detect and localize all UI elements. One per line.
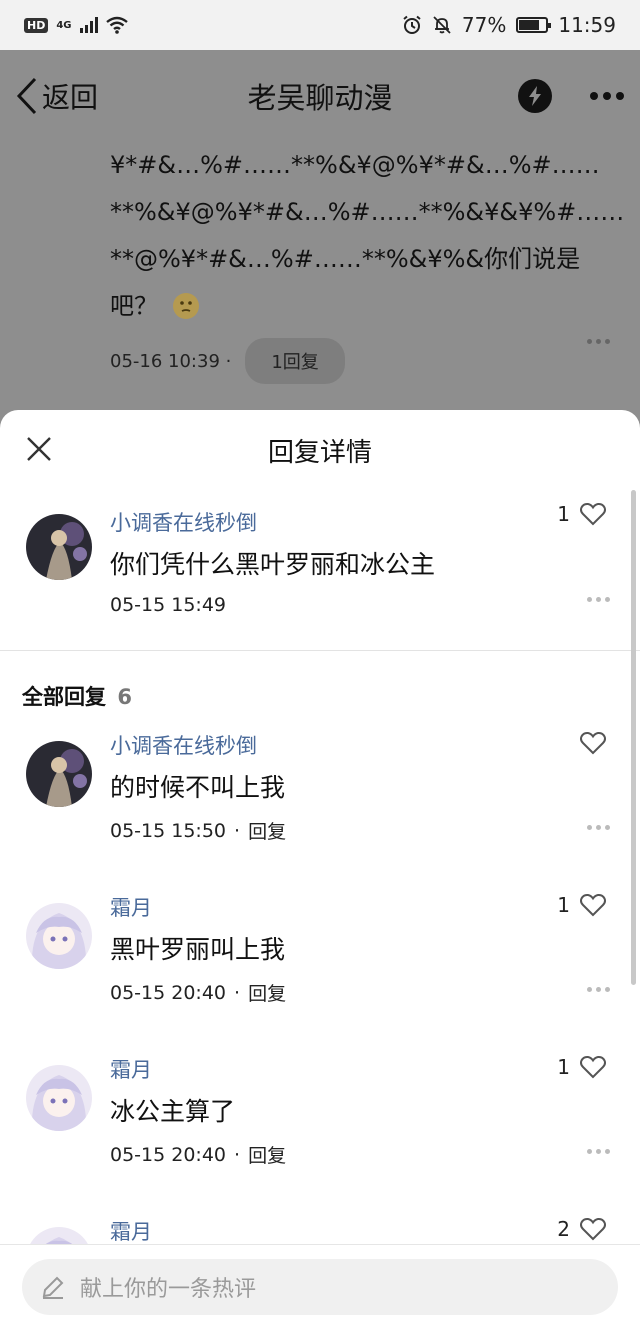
heart-icon	[580, 502, 606, 526]
reply-meta: 05-15 15:50 · 回复	[110, 817, 550, 844]
battery-level	[519, 20, 540, 30]
more-icon[interactable]	[587, 339, 610, 344]
reply-action[interactable]: 回复	[248, 979, 286, 1006]
more-icon[interactable]	[587, 987, 610, 992]
all-replies-header: 全部回复 6	[0, 651, 640, 731]
reply-time: 05-15 20:40	[110, 1143, 227, 1166]
comment-time: 05-15 15:49	[110, 594, 227, 616]
like-button[interactable]	[570, 731, 606, 755]
section-label: 全部回复	[22, 685, 106, 709]
reply-action[interactable]: 回复	[248, 817, 286, 844]
sheet-title: 回复详情	[267, 437, 372, 468]
reply-time: 05-15 15:50	[110, 819, 227, 842]
chevron-left-icon	[16, 77, 37, 115]
comment-line: **%&¥@%¥*#&…%#……**%&¥&¥%#……	[110, 198, 625, 226]
network-type: 4G	[56, 19, 72, 31]
comment-input-placeholder: 献上你的一条热评	[80, 1277, 257, 1302]
comment-text: 你们凭什么黑叶罗丽和冰公主	[110, 550, 436, 579]
heart-icon	[580, 731, 606, 755]
reply-meta: 05-15 20:40 · 回复	[110, 1141, 550, 1168]
close-icon[interactable]	[26, 436, 52, 462]
heart-icon	[580, 1055, 606, 1079]
reply-count: 6	[117, 685, 132, 709]
like-count: 1	[557, 1055, 570, 1079]
battery-percent: 77%	[461, 13, 507, 37]
clock: 11:59	[558, 13, 616, 37]
comment-meta: 05-15 15:49	[110, 594, 550, 616]
comment-line: ¥*#&…%#……**%&¥@%¥*#&…%#……	[110, 151, 600, 179]
back-label: 返回	[42, 81, 99, 114]
reply-text: 冰公主算了	[110, 1097, 236, 1126]
like-count: 1	[557, 893, 570, 917]
username[interactable]: 霜月	[110, 893, 550, 923]
avatar[interactable]	[26, 1065, 92, 1131]
reply-item: 霜月 冰公主算了 05-15 20:40 · 回复 1	[0, 1055, 640, 1217]
like-button[interactable]: 1	[557, 502, 606, 526]
username[interactable]: 小调香在线秒倒	[110, 731, 550, 761]
flash-button[interactable]	[518, 79, 552, 113]
more-icon[interactable]	[587, 1149, 610, 1154]
reply-time: 05-15 20:40	[110, 981, 227, 1004]
heart-icon	[580, 893, 606, 917]
comment-time: 05-16 10:39	[110, 350, 220, 372]
reply-item: 小调香在线秒倒 的时候不叫上我 05-15 15:50 · 回复	[0, 731, 640, 893]
like-button[interactable]: 1	[557, 1055, 606, 1079]
comment-input-bar: 献上你的一条热评	[0, 1244, 640, 1330]
more-icon[interactable]	[587, 597, 610, 602]
alarm-icon	[403, 15, 421, 34]
background-page: 返回 老吴聊动漫 ¥*#&…%#……**%&¥@%¥*#&…%#…… **%&¥…	[0, 50, 640, 430]
like-count: 1	[557, 502, 570, 526]
hd-badge: HD	[24, 17, 49, 33]
more-icon[interactable]	[587, 825, 610, 830]
reply-item: 霜月 黑叶罗丽叫上我 05-15 20:40 · 回复 1	[0, 893, 640, 1055]
pencil-icon	[42, 1276, 64, 1299]
back-button[interactable]: 返回	[16, 76, 98, 116]
comment-line: **@%¥*#&…%#……**%&¥%&你们说是	[110, 245, 581, 273]
thinking-emoji-icon	[172, 293, 199, 319]
comment-line-last: 吧？	[110, 283, 590, 330]
sheet-header: 回复详情	[0, 410, 640, 490]
dot-separator: ·	[234, 981, 241, 1004]
signal-icon	[79, 17, 98, 33]
reply-count-button[interactable]: 1回复	[245, 338, 345, 384]
background-comment-meta: 05-16 10:39 · 1回复	[0, 338, 640, 384]
top-bar: 返回 老吴聊动漫	[0, 50, 640, 142]
reply-meta: 05-15 20:40 · 回复	[110, 979, 550, 1006]
like-count: 2	[557, 1217, 570, 1241]
wifi-icon	[105, 16, 128, 34]
like-button[interactable]: 1	[557, 893, 606, 917]
like-button[interactable]: 2	[557, 1217, 606, 1241]
lightning-icon	[529, 86, 541, 106]
main-comment: 小调香在线秒倒 你们凭什么黑叶罗丽和冰公主 05-15 15:49 1	[0, 490, 640, 650]
reply-text: 的时候不叫上我	[110, 773, 286, 802]
reply-action[interactable]: 回复	[248, 1141, 286, 1168]
username[interactable]: 霜月	[110, 1217, 550, 1247]
username[interactable]: 小调香在线秒倒	[110, 508, 550, 538]
reply-text: 黑叶罗丽叫上我	[110, 935, 286, 964]
mute-bell-icon	[433, 16, 451, 34]
comment-line-text: 吧？	[110, 292, 158, 320]
avatar[interactable]	[26, 514, 92, 580]
username[interactable]: 霜月	[110, 1055, 550, 1085]
dot-separator: ·	[234, 1143, 241, 1166]
background-comment-text: ¥*#&…%#……**%&¥@%¥*#&…%#…… **%&¥@%¥*#&…%#…	[0, 142, 640, 330]
avatar[interactable]	[26, 903, 92, 969]
status-bar: HD 4G 77% 11:59	[0, 0, 640, 50]
battery-icon	[516, 17, 552, 33]
avatar[interactable]	[26, 741, 92, 807]
more-options-icon[interactable]	[590, 92, 624, 100]
heart-icon	[580, 1217, 606, 1241]
dot-separator: ·	[234, 819, 241, 842]
comment-input[interactable]: 献上你的一条热评	[22, 1259, 618, 1315]
dot-separator: ·	[219, 350, 232, 372]
reply-detail-sheet: 回复详情 小调香在线秒倒 你们凭什么黑叶罗丽和冰公主 05-15 15:49 1	[0, 410, 640, 1330]
